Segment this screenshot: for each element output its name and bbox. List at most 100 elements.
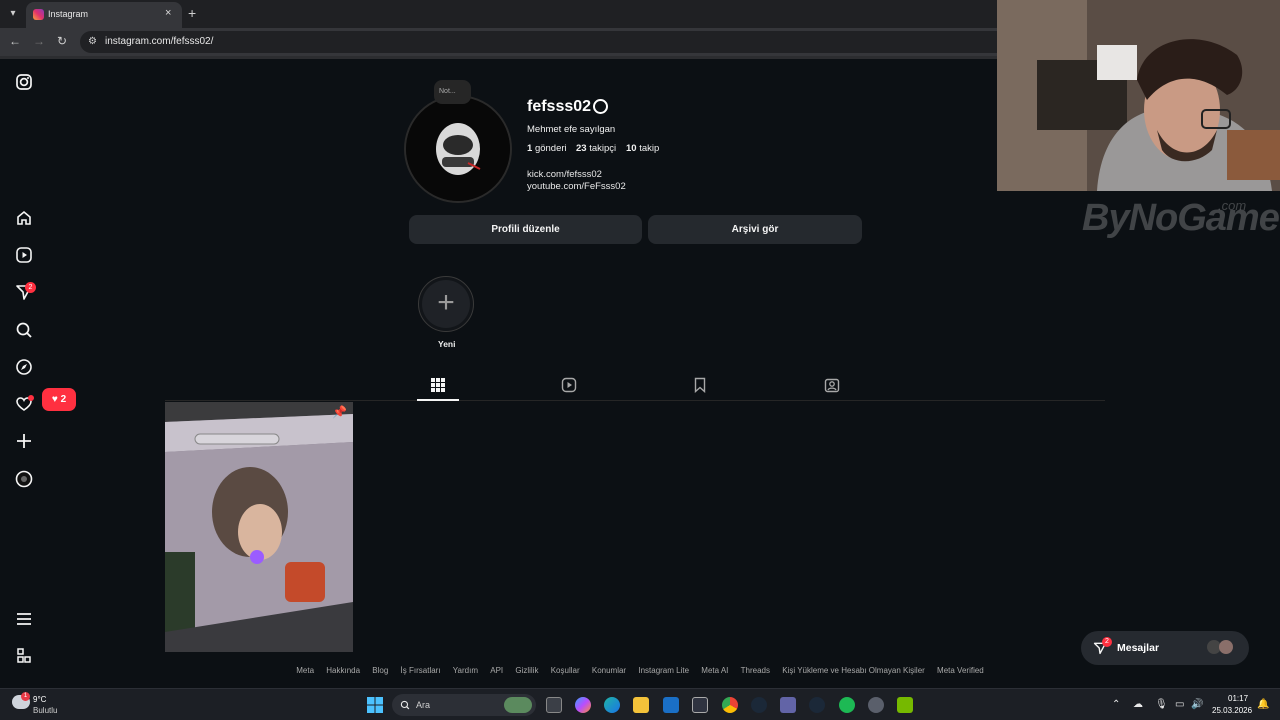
active-tab-indicator: [417, 399, 459, 401]
search-highlight-image: [504, 697, 532, 713]
tab-posts-grid-icon[interactable]: [430, 377, 446, 393]
weather-temperature[interactable]: 9°C: [33, 695, 46, 704]
messages-nav-badge: 2: [25, 282, 36, 293]
network-icon[interactable]: ▭: [1175, 699, 1184, 710]
explore-compass-icon[interactable]: [15, 358, 33, 376]
following-stat[interactable]: 10 takip: [626, 143, 659, 154]
browser-tab-instagram[interactable]: Instagram ×: [26, 2, 182, 28]
posts-count: 1: [527, 143, 533, 154]
notifications-count: 2: [60, 394, 67, 405]
task-view-icon[interactable]: [546, 697, 562, 713]
outlook-icon[interactable]: [663, 697, 679, 713]
footer-link[interactable]: API: [490, 666, 503, 675]
notification-bell-icon[interactable]: 🔔: [1257, 699, 1269, 710]
taskbar-search-icon: [400, 700, 410, 710]
profile-avatar-icon[interactable]: [15, 470, 33, 488]
copilot-icon[interactable]: [575, 697, 591, 713]
messages-pill[interactable]: 2 Mesajlar: [1081, 631, 1249, 665]
notifications-dot: [28, 395, 34, 401]
clock-date[interactable]: 25.03.2026: [1212, 706, 1252, 715]
footer-link[interactable]: Meta: [296, 666, 314, 675]
messages-badge: 2: [1102, 637, 1112, 647]
new-highlight-button[interactable]: +: [418, 276, 474, 332]
store-icon[interactable]: [692, 697, 708, 713]
tray-overflow-chevron-icon[interactable]: ⌃: [1112, 699, 1120, 710]
instagram-logo-icon[interactable]: [15, 73, 33, 91]
posts-stat: 1 gönderi: [527, 143, 567, 154]
profile-username: fefsss02: [527, 98, 592, 115]
search-icon[interactable]: [15, 321, 33, 339]
bynogame-watermark-suffix: .com: [1218, 198, 1247, 213]
url-text[interactable]: instagram.com/fefsss02/: [105, 36, 213, 47]
pinned-icon: 📌: [332, 405, 347, 419]
bio-link-kick[interactable]: kick.com/fefsss02: [527, 169, 602, 180]
new-tab-button[interactable]: +: [188, 5, 196, 21]
instagram-favicon-icon: [33, 9, 44, 20]
back-arrow-icon[interactable]: ←: [9, 34, 21, 48]
app-icon[interactable]: [868, 697, 884, 713]
tab-saved-bookmark-icon[interactable]: [692, 377, 708, 394]
footer-link[interactable]: Meta AI: [701, 666, 728, 675]
reload-icon[interactable]: ↻: [57, 34, 67, 48]
plus-icon: +: [422, 280, 470, 328]
footer-link[interactable]: Koşullar: [551, 666, 580, 675]
clock-time[interactable]: 01:17: [1228, 694, 1248, 703]
tab-reels-icon[interactable]: [561, 377, 577, 393]
reels-icon[interactable]: [15, 246, 33, 264]
footer-link[interactable]: Instagram Lite: [638, 666, 689, 675]
followers-stat[interactable]: 23 takipçi: [576, 143, 616, 154]
windows-start-icon[interactable]: [367, 697, 383, 713]
note-bubble[interactable]: Not...: [434, 80, 471, 104]
footer-link[interactable]: Meta Verified: [937, 666, 984, 675]
followers-label: takipçi: [589, 143, 617, 154]
profile-avatar[interactable]: [404, 95, 512, 203]
tab-title: Instagram: [48, 9, 89, 19]
more-menu-icon[interactable]: [15, 610, 33, 628]
forward-arrow-icon[interactable]: →: [33, 34, 45, 48]
message-avatar: [1219, 640, 1233, 654]
tab-tagged-icon[interactable]: [824, 377, 840, 393]
steam-icon[interactable]: [809, 697, 825, 713]
windows-taskbar: 1 9°C Bulutlu Ara ⌃ ☁ 🎙 ▭ 🔊 01:17 25.03.…: [0, 688, 1280, 720]
tab-close-icon[interactable]: ×: [165, 7, 171, 19]
teams-icon[interactable]: [780, 697, 796, 713]
edge-icon[interactable]: [604, 697, 620, 713]
volume-icon[interactable]: 🔊: [1191, 699, 1203, 710]
chrome-icon[interactable]: [722, 697, 738, 713]
edit-profile-button[interactable]: Profili düzenle: [409, 215, 642, 244]
microphone-icon[interactable]: 🎙: [1155, 699, 1168, 710]
footer-link[interactable]: Konumlar: [592, 666, 626, 675]
weather-description[interactable]: Bulutlu: [33, 706, 57, 715]
notifications-count-pill[interactable]: ♥ 2: [42, 388, 76, 411]
profile-full-name: Mehmet efe sayılgan: [527, 124, 616, 135]
bio-link-youtube[interactable]: youtube.com/FeFsss02: [527, 181, 626, 192]
taskbar-search[interactable]: Ara: [392, 694, 536, 716]
footer-link[interactable]: Threads: [741, 666, 770, 675]
create-plus-icon[interactable]: [15, 432, 33, 450]
home-icon[interactable]: [15, 209, 33, 227]
new-highlight-label: Yeni: [438, 339, 456, 349]
view-archive-button[interactable]: Arşivi gör: [648, 215, 862, 244]
footer-link[interactable]: Blog: [372, 666, 388, 675]
footer-link[interactable]: Hakkında: [326, 666, 360, 675]
footer-link[interactable]: Yardım: [453, 666, 478, 675]
post-thumbnail[interactable]: 📌: [165, 402, 353, 652]
followers-count: 23: [576, 143, 587, 154]
nvidia-icon[interactable]: [897, 697, 913, 713]
spotify-icon[interactable]: [839, 697, 855, 713]
steam-icon[interactable]: [751, 697, 767, 713]
tab-search-chevron-icon[interactable]: ▾: [4, 5, 22, 23]
footer-link[interactable]: Kişi Yükleme ve Hesabı Olmayan Kişiler: [782, 666, 925, 675]
settings-gear-icon[interactable]: [593, 99, 608, 114]
file-explorer-icon[interactable]: [633, 697, 649, 713]
taskbar-search-placeholder: Ara: [416, 700, 431, 710]
footer-link[interactable]: İş Fırsatları: [401, 666, 441, 675]
also-from-meta-icon[interactable]: [15, 647, 33, 665]
onedrive-icon[interactable]: ☁: [1133, 699, 1143, 710]
posts-label: gönderi: [534, 143, 567, 154]
footer-link[interactable]: Gizlilik: [515, 666, 538, 675]
tabs-divider: [165, 400, 1105, 401]
following-count: 10: [626, 143, 637, 154]
site-info-icon[interactable]: ⚙: [88, 36, 97, 47]
footer-links: Meta Hakkında Blog İş Fırsatları Yardım …: [0, 666, 1280, 675]
